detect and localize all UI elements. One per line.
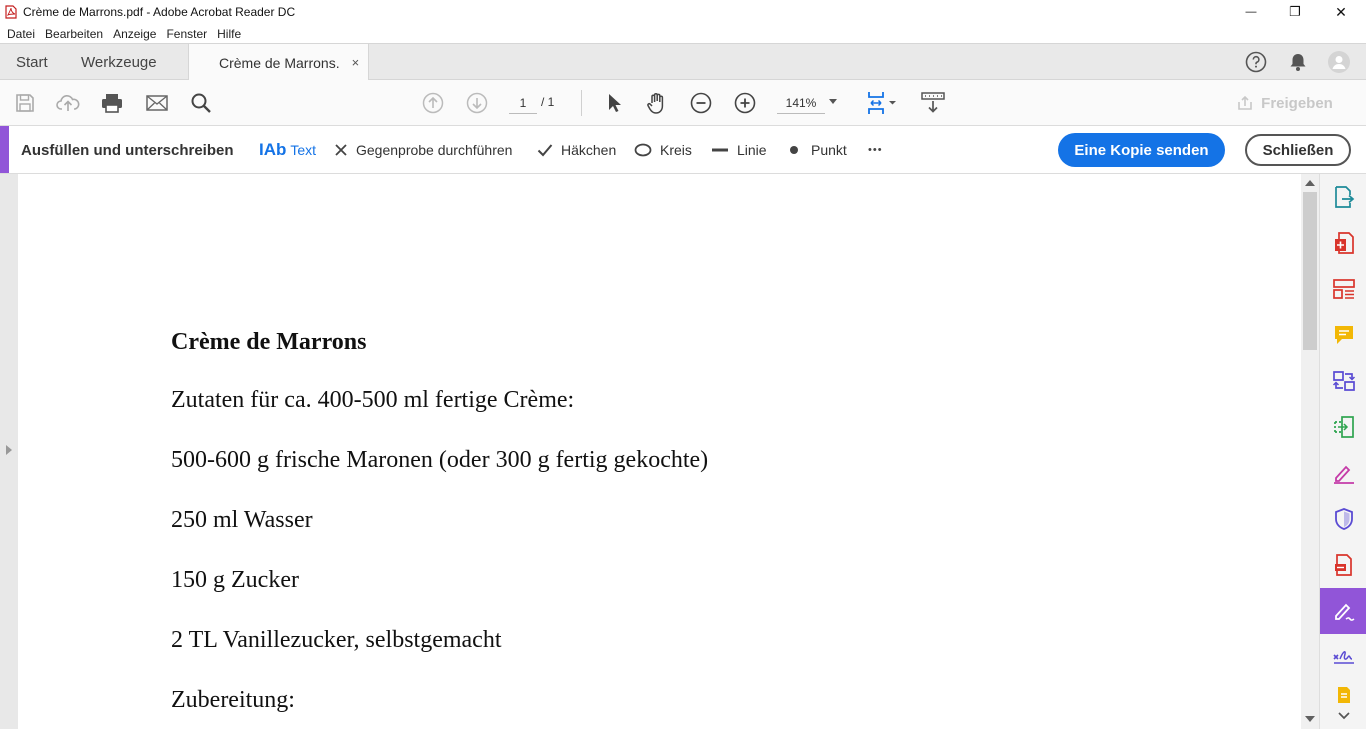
menu-fenster[interactable]: Fenster xyxy=(166,27,207,41)
document-page[interactable]: Crème de Marrons Zutaten für ca. 400-500… xyxy=(18,174,1301,729)
scroll-mode-icon[interactable] xyxy=(919,91,947,115)
create-pdf-icon[interactable] xyxy=(1320,220,1366,266)
protect-icon[interactable] xyxy=(1320,496,1366,542)
tab-tools-label: Werkzeuge xyxy=(81,53,157,71)
share-button[interactable]: Freigeben xyxy=(1219,87,1351,119)
chevron-down-icon[interactable] xyxy=(1320,706,1366,726)
toolbar-divider xyxy=(581,90,582,116)
hand-tool-icon[interactable] xyxy=(645,91,669,115)
send-copy-button[interactable]: Eine Kopie senden xyxy=(1058,133,1225,167)
close-window-button[interactable]: ✕ xyxy=(1318,0,1364,24)
share-icon xyxy=(1237,95,1253,111)
tab-start[interactable]: Start xyxy=(16,44,48,80)
user-avatar-icon[interactable] xyxy=(1328,51,1350,73)
expand-panel-icon[interactable] xyxy=(6,445,12,455)
select-cursor-icon[interactable] xyxy=(601,91,625,115)
line-icon xyxy=(711,147,729,153)
maximize-button[interactable]: ❐ xyxy=(1272,0,1318,24)
comment-icon[interactable] xyxy=(1320,312,1366,358)
print-icon[interactable] xyxy=(100,91,124,115)
zoom-dropdown-icon[interactable] xyxy=(829,99,837,104)
email-icon[interactable] xyxy=(145,91,169,115)
next-page-icon[interactable] xyxy=(465,91,489,115)
page-total: / 1 xyxy=(541,95,555,109)
help-icon[interactable] xyxy=(1245,51,1267,73)
fill-sign-active-icon[interactable] xyxy=(1320,588,1366,634)
tab-tools[interactable]: Werkzeuge xyxy=(81,44,157,80)
circle-tool-button[interactable]: Kreis xyxy=(634,140,692,160)
zoom-in-icon[interactable] xyxy=(733,91,757,115)
circle-icon xyxy=(634,143,652,157)
dot-tool-button[interactable]: Punkt xyxy=(789,140,847,160)
cross-icon xyxy=(334,143,348,157)
text-tool-button[interactable]: IAb Text xyxy=(259,140,316,160)
tab-document-label: Crème de Marrons. xyxy=(219,54,340,71)
restore-icon: ❐ xyxy=(1289,4,1301,19)
page-number-input[interactable]: 1 xyxy=(509,94,537,114)
combine-files-icon[interactable] xyxy=(1320,358,1366,404)
title-bar: Crème de Marrons.pdf - Adobe Acrobat Rea… xyxy=(0,0,1366,24)
menu-bearbeiten[interactable]: Bearbeiten xyxy=(45,27,103,41)
more-options-icon[interactable]: ••• xyxy=(868,140,883,160)
main-toolbar: 1 / 1 141% Freigeben xyxy=(0,80,1366,126)
organize-pages-icon[interactable] xyxy=(1320,266,1366,312)
page-display-icon[interactable] xyxy=(865,91,901,115)
request-signature-icon[interactable] xyxy=(1320,634,1366,680)
tab-close-icon[interactable]: × xyxy=(352,55,360,70)
doc-line: 150 g Zucker xyxy=(171,567,299,593)
scrollbar-thumb[interactable] xyxy=(1303,192,1317,350)
doc-line: 500-600 g frische Maronen (oder 300 g fe… xyxy=(171,447,709,473)
menu-bar: Datei Bearbeiten Anzeige Fenster Hilfe xyxy=(0,24,1366,43)
fill-sign-accent xyxy=(0,126,9,173)
cross-tool-button[interactable]: Gegenprobe durchführen xyxy=(334,140,512,160)
compress-pdf-icon[interactable] xyxy=(1320,404,1366,450)
recipe-title: Crème de Marrons xyxy=(171,329,367,355)
cross-tool-label: Gegenprobe durchführen xyxy=(356,142,513,158)
zoom-out-icon[interactable] xyxy=(689,91,713,115)
fill-sign-title: Ausfüllen und unterschreiben xyxy=(21,142,234,159)
menu-hilfe[interactable]: Hilfe xyxy=(217,27,241,41)
check-tool-label: Häkchen xyxy=(561,142,617,158)
upload-cloud-icon[interactable] xyxy=(56,91,80,115)
menu-datei[interactable]: Datei xyxy=(7,27,35,41)
text-tool-icon: IAb xyxy=(259,140,287,159)
dot-tool-label: Punkt xyxy=(811,142,847,158)
right-tools-panel xyxy=(1319,174,1366,729)
doc-line: 2 TL Vanillezucker, selbstgemacht xyxy=(171,627,502,653)
scroll-down-arrow-icon[interactable] xyxy=(1305,716,1315,722)
scroll-up-arrow-icon[interactable] xyxy=(1305,180,1315,186)
zoom-level-input[interactable]: 141% xyxy=(777,94,825,114)
window-title: Crème de Marrons.pdf - Adobe Acrobat Rea… xyxy=(23,5,296,19)
vertical-scrollbar[interactable] xyxy=(1301,174,1319,729)
tab-bar: Start Werkzeuge Crème de Marrons. × xyxy=(0,43,1366,81)
close-fill-sign-button[interactable]: Schließen xyxy=(1245,134,1351,166)
search-icon[interactable] xyxy=(189,91,213,115)
circle-tool-label: Kreis xyxy=(660,142,692,158)
pdf-file-icon xyxy=(5,5,17,19)
minimize-button[interactable]: — xyxy=(1228,0,1274,24)
check-tool-button[interactable]: Häkchen xyxy=(537,140,616,160)
minimize-icon: — xyxy=(1245,6,1257,18)
left-navigation-panel[interactable] xyxy=(0,174,18,729)
menu-anzeige[interactable]: Anzeige xyxy=(113,27,156,41)
fill-sign-tool-icon[interactable] xyxy=(1320,450,1366,496)
doc-line: Zutaten für ca. 400-500 ml fertige Crème… xyxy=(171,387,575,413)
line-tool-button[interactable]: Linie xyxy=(711,140,767,160)
line-tool-label: Linie xyxy=(737,142,767,158)
tab-start-label: Start xyxy=(16,53,48,71)
pdf-convert-icon[interactable] xyxy=(1320,542,1366,588)
text-tool-label: Text xyxy=(290,142,317,158)
doc-line: 250 ml Wasser xyxy=(171,507,313,533)
share-label: Freigeben xyxy=(1261,94,1333,112)
tab-document[interactable]: Crème de Marrons. × xyxy=(188,44,369,81)
dot-icon xyxy=(789,145,799,155)
close-icon: ✕ xyxy=(1335,3,1347,20)
export-pdf-icon[interactable] xyxy=(1320,174,1366,220)
save-icon[interactable] xyxy=(13,91,37,115)
notifications-bell-icon[interactable] xyxy=(1287,51,1309,73)
checkmark-icon xyxy=(537,143,553,157)
previous-page-icon[interactable] xyxy=(421,91,445,115)
doc-line: Zubereitung: xyxy=(171,687,295,713)
